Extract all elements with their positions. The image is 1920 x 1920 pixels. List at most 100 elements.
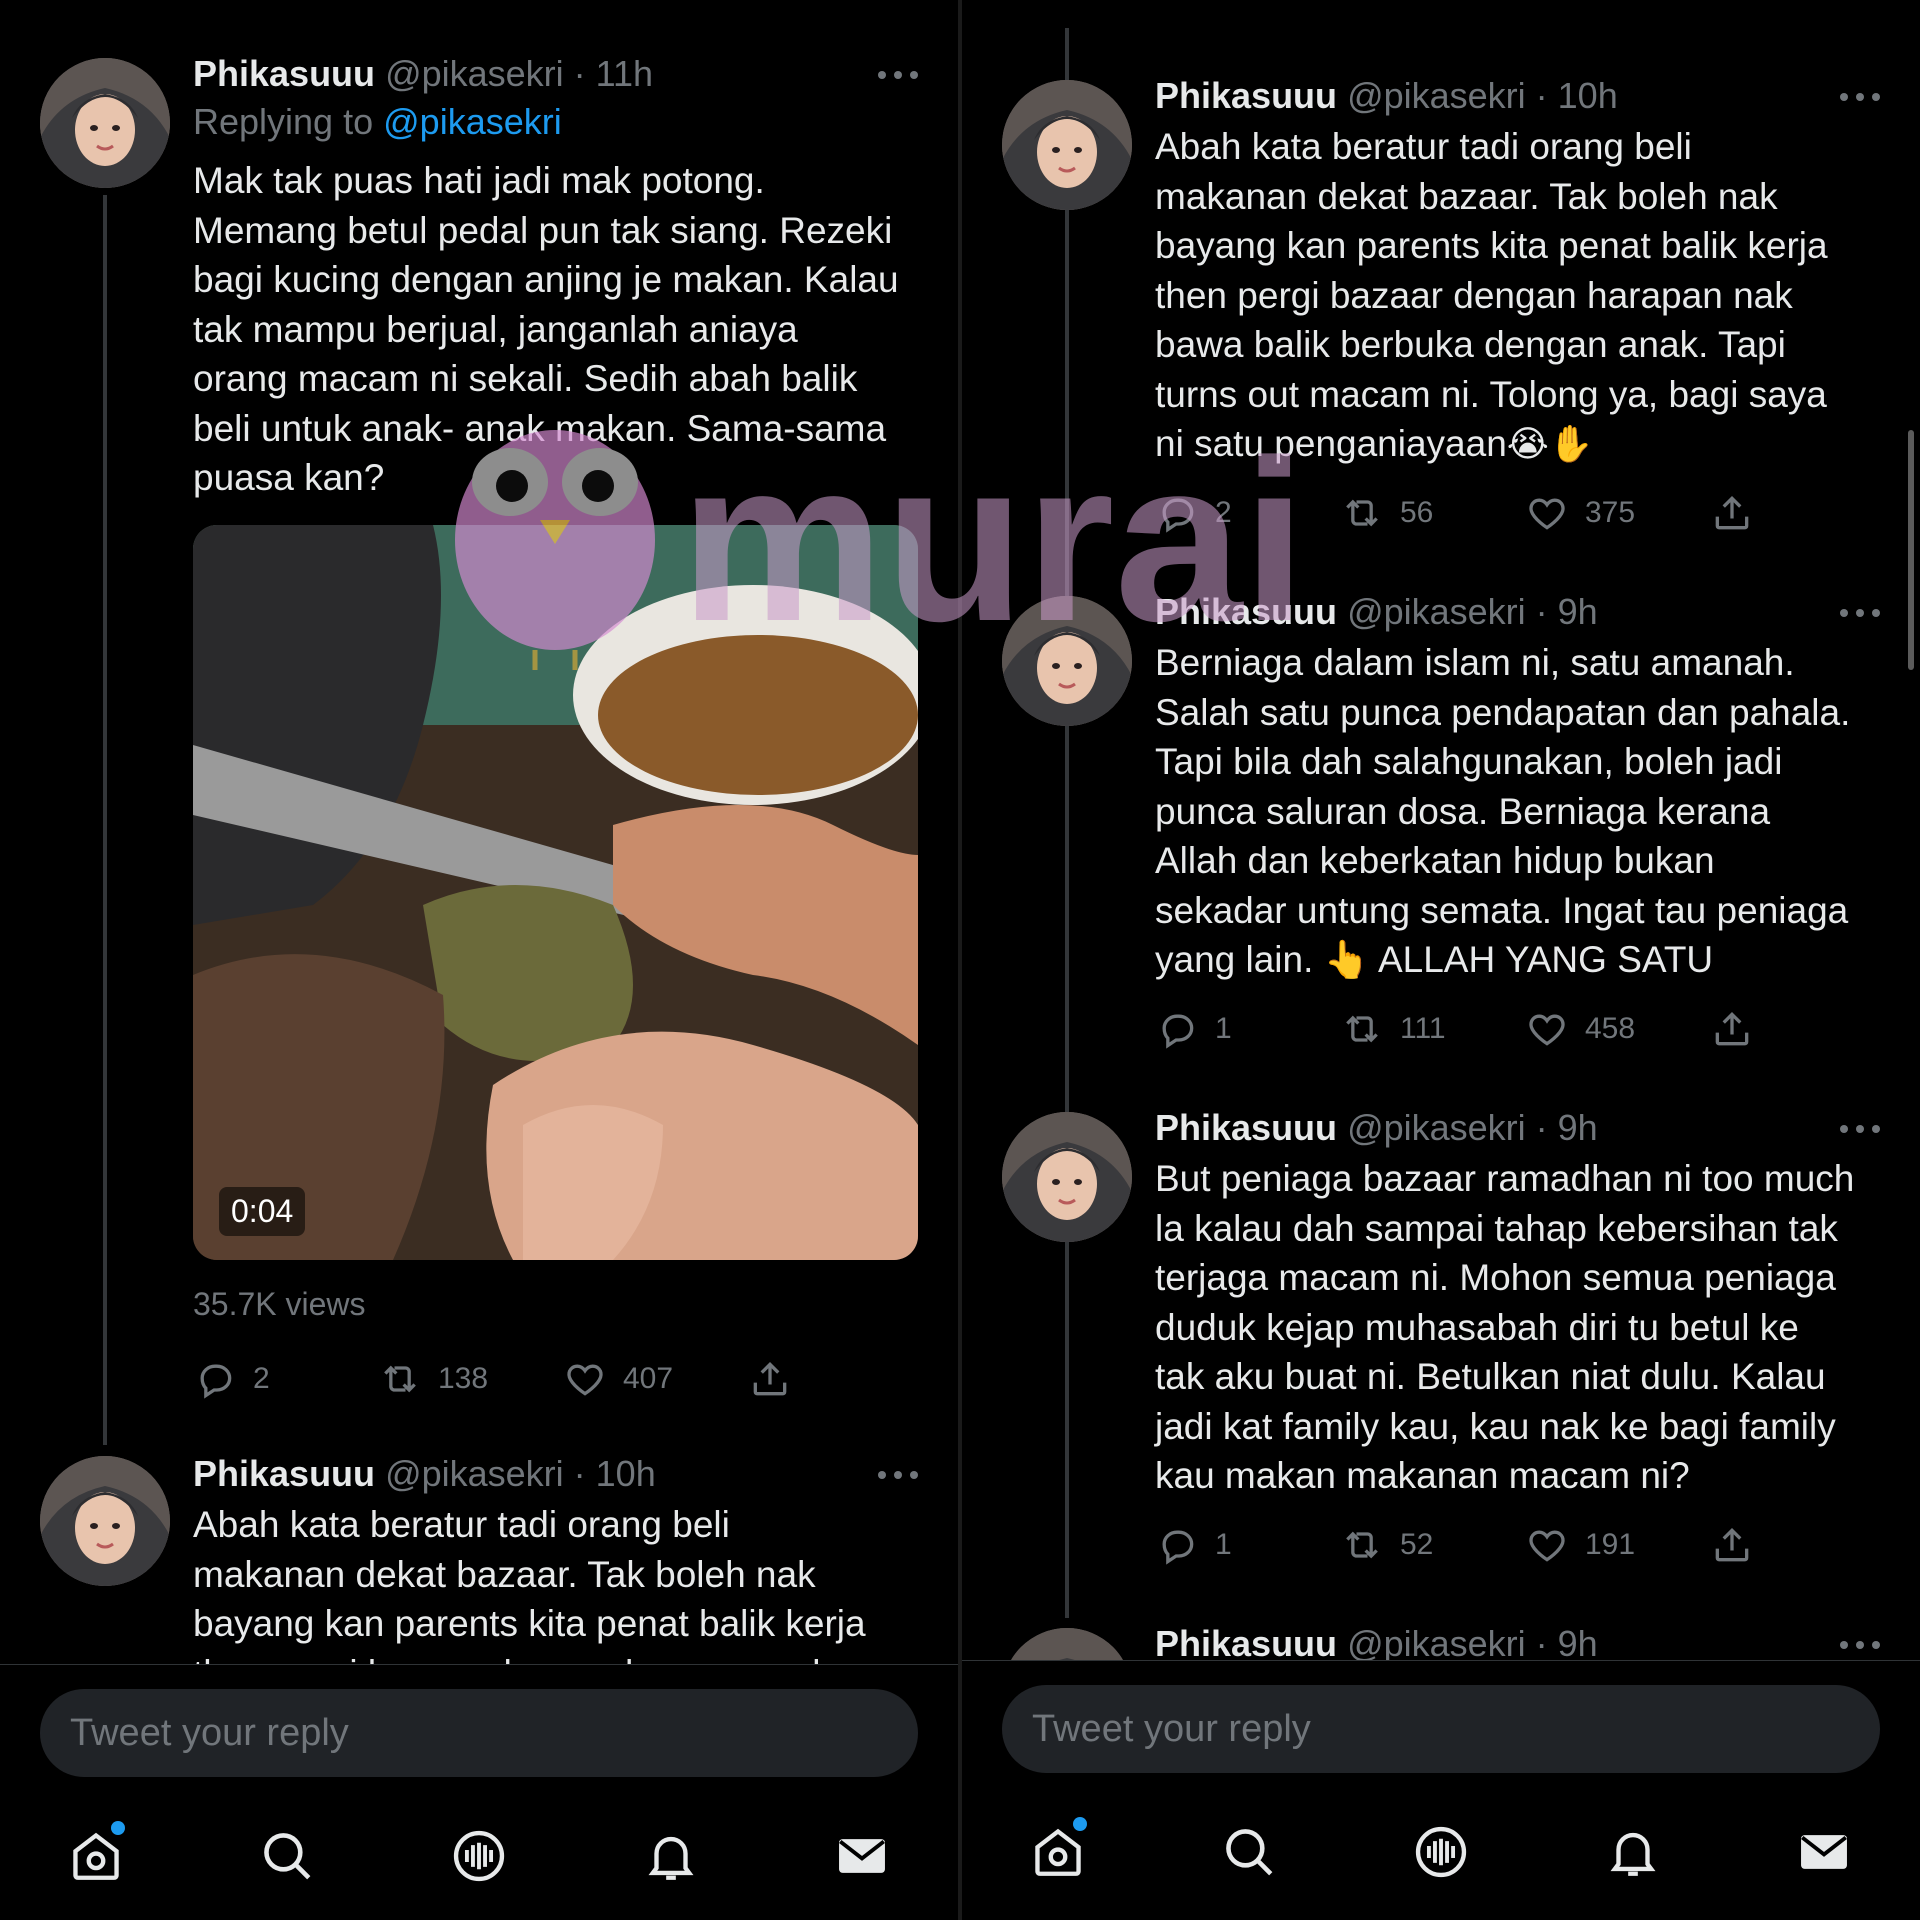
tweet-header: Phikasuuu @pikasekri · 10h — [193, 1452, 918, 1496]
timestamp[interactable]: · 9h — [1536, 1623, 1598, 1664]
tweet-text: But peniaga bazaar ramadhan ni too much … — [1155, 1158, 1855, 1496]
display-name[interactable]: Phikasuuu — [1155, 591, 1337, 632]
tweet-actions: 1 111 458 — [1155, 1007, 1880, 1051]
like-count: 375 — [1585, 495, 1636, 529]
timestamp[interactable]: · 10h — [574, 1453, 656, 1494]
reply-count: 2 — [253, 1361, 270, 1395]
thread-line — [103, 195, 107, 1445]
timestamp[interactable]: · 10h — [1536, 75, 1618, 116]
share-button[interactable] — [1710, 1007, 1770, 1051]
tweet-text-content: Abah kata beratur tadi orang beli makana… — [1155, 126, 1828, 464]
handle[interactable]: @pikasekri — [385, 53, 564, 94]
retweet-icon — [378, 1357, 422, 1401]
handle[interactable]: @pikasekri — [1347, 1107, 1526, 1148]
search-icon[interactable] — [258, 1827, 316, 1885]
reply-input[interactable] — [40, 1689, 918, 1777]
bell-icon[interactable] — [642, 1827, 700, 1885]
reply-icon — [193, 1357, 237, 1401]
tweet-actions: 2 138 407 — [193, 1357, 918, 1401]
timestamp[interactable]: · 11h — [574, 53, 653, 94]
like-button[interactable]: 407 — [563, 1357, 748, 1401]
heart-icon — [563, 1357, 607, 1401]
display-name[interactable]: Phikasuuu — [193, 1453, 375, 1494]
reply-icon — [1155, 491, 1199, 535]
video-media[interactable]: 0:04 — [193, 524, 918, 1260]
display-name[interactable]: Phikasuuu — [1155, 75, 1337, 116]
avatar[interactable] — [1002, 1112, 1132, 1242]
share-button[interactable] — [1710, 491, 1770, 535]
tweet-text: Abah kata beratur tadi orang beli makana… — [1155, 122, 1880, 469]
reply-button[interactable]: 2 — [193, 1357, 378, 1401]
display-name[interactable]: Phikasuuu — [1155, 1107, 1337, 1148]
reply-count: 1 — [1215, 1527, 1232, 1561]
retweet-icon — [1340, 491, 1384, 535]
reply-input[interactable] — [1002, 1685, 1880, 1773]
handle[interactable]: @pikasekri — [385, 1453, 564, 1494]
share-icon — [1710, 1523, 1754, 1567]
retweet-count: 52 — [1400, 1527, 1434, 1561]
avatar[interactable] — [40, 1456, 170, 1586]
heart-icon — [1525, 491, 1569, 535]
left-screenshot: Phikasuuu @pikasekri · 11h Replying to @… — [0, 0, 958, 1920]
avatar[interactable] — [40, 58, 170, 188]
avatar[interactable] — [1002, 80, 1132, 210]
notification-dot — [110, 1821, 125, 1835]
like-button[interactable]: 191 — [1525, 1523, 1710, 1567]
like-button[interactable]: 458 — [1525, 1007, 1710, 1051]
thread-line — [1065, 28, 1069, 1618]
reply-count: 2 — [1215, 495, 1232, 529]
share-button[interactable] — [1710, 1523, 1770, 1567]
reply-button[interactable]: 1 — [1155, 1523, 1340, 1567]
share-icon — [1710, 1007, 1754, 1051]
video-duration: 0:04 — [219, 1186, 306, 1236]
share-icon — [1710, 491, 1754, 535]
scrollbar[interactable] — [1908, 430, 1914, 670]
share-icon — [748, 1357, 792, 1401]
home-icon[interactable] — [67, 1821, 125, 1885]
share-button[interactable] — [748, 1357, 808, 1401]
bell-icon[interactable] — [1604, 1823, 1662, 1881]
retweet-button[interactable]: 52 — [1340, 1523, 1525, 1567]
retweet-button[interactable]: 138 — [378, 1357, 563, 1401]
search-icon[interactable] — [1220, 1823, 1278, 1881]
spaces-icon[interactable] — [450, 1827, 508, 1885]
timestamp[interactable]: · 9h — [1536, 591, 1598, 632]
tweet-actions: 2 56 375 — [1155, 491, 1880, 535]
tweet-header: Phikasuuu @pikasekri · 9h — [1155, 590, 1880, 634]
timestamp[interactable]: · 9h — [1536, 1107, 1598, 1148]
like-count: 458 — [1585, 1011, 1636, 1045]
mail-icon[interactable] — [1795, 1823, 1853, 1881]
display-name[interactable]: Phikasuuu — [193, 53, 375, 94]
view-count[interactable]: 35.7K views — [193, 1286, 918, 1323]
reply-button[interactable]: 2 — [1155, 491, 1340, 535]
retweet-icon — [1340, 1523, 1384, 1567]
like-button[interactable]: 375 — [1525, 491, 1710, 535]
like-count: 407 — [623, 1361, 674, 1395]
tweet-header: Phikasuuu @pikasekri · 11h — [193, 52, 918, 96]
mail-icon[interactable] — [833, 1827, 891, 1885]
display-name[interactable]: Phikasuuu — [1155, 1623, 1337, 1664]
retweet-icon — [1340, 1007, 1384, 1051]
emoji: 😭✋ — [1506, 423, 1594, 464]
reply-icon — [1155, 1007, 1199, 1051]
spaces-icon[interactable] — [1412, 1823, 1470, 1881]
retweet-button[interactable]: 56 — [1340, 491, 1525, 535]
avatar[interactable] — [1002, 596, 1132, 726]
handle[interactable]: @pikasekri — [1347, 75, 1526, 116]
replying-handle-link[interactable]: @pikasekri — [383, 101, 562, 142]
tweet-actions: 1 52 191 — [1155, 1523, 1880, 1567]
handle[interactable]: @pikasekri — [1347, 591, 1526, 632]
handle[interactable]: @pikasekri — [1347, 1623, 1526, 1664]
heart-icon — [1525, 1007, 1569, 1051]
retweet-count: 56 — [1400, 495, 1434, 529]
right-screenshot: Phikasuuu @pikasekri · 10h Abah kata ber… — [962, 0, 1920, 1920]
reply-icon — [1155, 1523, 1199, 1567]
reply-bar — [0, 1664, 958, 1920]
replying-to: Replying to @pikasekri — [193, 100, 918, 144]
notification-dot — [1072, 1817, 1087, 1831]
reply-button[interactable]: 1 — [1155, 1007, 1340, 1051]
reply-bar — [962, 1660, 1920, 1920]
retweet-button[interactable]: 111 — [1340, 1007, 1525, 1051]
retweet-count: 111 — [1400, 1011, 1446, 1045]
home-icon[interactable] — [1029, 1817, 1087, 1881]
